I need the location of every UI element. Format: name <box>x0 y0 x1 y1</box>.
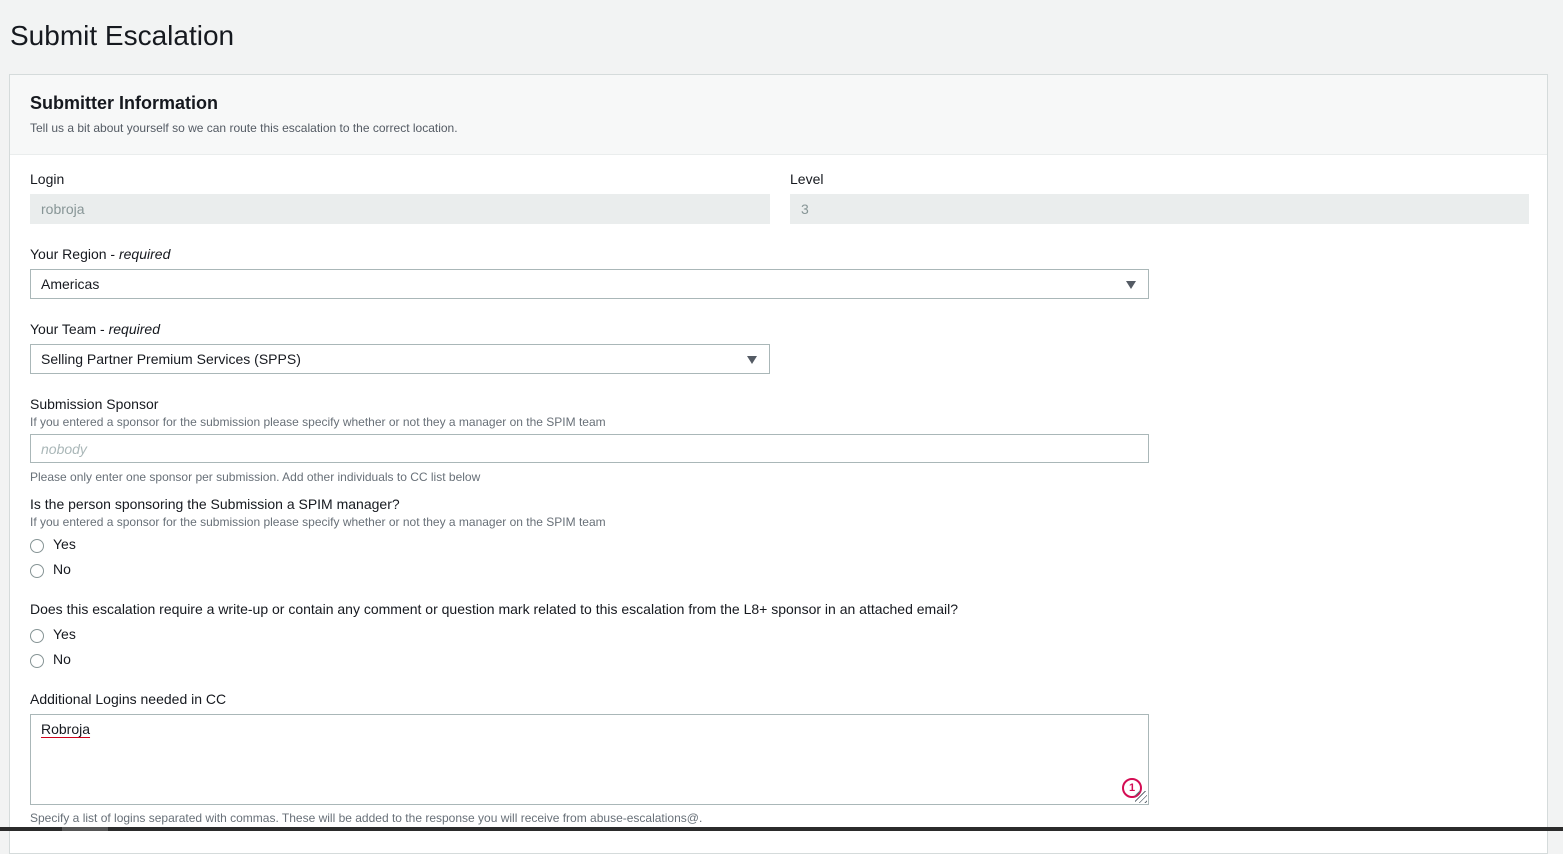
scrollbar-thumb[interactable] <box>62 827 108 831</box>
writeup-yes-radio[interactable] <box>30 629 44 643</box>
team-label: Your Team - required <box>30 321 160 337</box>
writeup-no-radio[interactable] <box>30 654 44 668</box>
team-required: required <box>108 321 160 337</box>
sponsor-help: If you entered a sponsor for the submiss… <box>30 415 606 429</box>
spim-manager-question: Is the person sponsoring the Submission … <box>30 496 400 512</box>
level-field: 3 <box>790 194 1529 224</box>
level-label: Level <box>790 171 824 187</box>
cc-help: Specify a list of logins separated with … <box>30 811 703 825</box>
region-required: required <box>118 246 171 262</box>
cc-textarea[interactable]: Robroja 1 <box>30 714 1149 805</box>
chevron-down-icon <box>747 356 757 364</box>
region-label-text: Your Region - <box>30 246 119 262</box>
section-description: Tell us a bit about yourself so we can r… <box>30 121 458 135</box>
team-select[interactable]: Selling Partner Premium Services (SPPS) <box>30 344 770 374</box>
writeup-yes-label: Yes <box>53 626 76 642</box>
panel-header: Submitter Information Tell us a bit abou… <box>10 75 1547 155</box>
spim-manager-help: If you entered a sponsor for the submiss… <box>30 515 606 529</box>
region-select[interactable]: Americas <box>30 269 1149 299</box>
cc-label: Additional Logins needed in CC <box>30 691 227 707</box>
spim-manager-yes-label: Yes <box>53 536 76 552</box>
chevron-down-icon <box>1126 281 1136 289</box>
sponsor-input[interactable]: nobody <box>30 434 1149 463</box>
region-select-value: Americas <box>41 276 100 292</box>
writeup-question: Does this escalation require a write-up … <box>30 601 958 617</box>
region-label: Your Region - required <box>30 246 170 262</box>
section-title: Submitter Information <box>30 93 218 113</box>
spim-manager-yes-radio[interactable] <box>30 539 44 553</box>
horizontal-scrollbar[interactable] <box>0 827 1563 831</box>
login-label: Login <box>30 171 65 187</box>
writeup-no-label: No <box>53 651 71 667</box>
spim-manager-no-radio[interactable] <box>30 564 44 578</box>
sponsor-note: Please only enter one sponsor per submis… <box>30 470 481 484</box>
cc-value: Robroja <box>41 721 91 737</box>
team-label-text: Your Team - <box>30 321 109 337</box>
page-title: Submit Escalation <box>10 20 235 51</box>
spim-manager-no-label: No <box>53 561 71 577</box>
login-field: robroja <box>30 194 770 224</box>
team-select-value: Selling Partner Premium Services (SPPS) <box>41 351 301 367</box>
resize-handle-icon[interactable] <box>1135 791 1147 803</box>
sponsor-label: Submission Sponsor <box>30 396 159 412</box>
